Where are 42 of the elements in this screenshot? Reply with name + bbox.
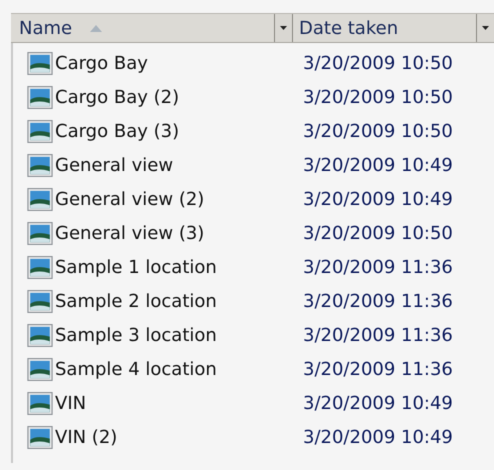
file-name[interactable]: Cargo Bay (2) bbox=[55, 86, 180, 108]
image-file-icon bbox=[27, 120, 53, 142]
image-file-icon bbox=[27, 154, 53, 176]
file-name[interactable]: Cargo Bay (3) bbox=[55, 120, 180, 142]
date-taken: 3/20/2009 10:50 bbox=[303, 52, 453, 74]
image-file-icon bbox=[27, 256, 53, 278]
date-taken: 3/20/2009 11:36 bbox=[303, 290, 453, 312]
date-taken: 3/20/2009 10:49 bbox=[303, 154, 453, 176]
image-file-icon bbox=[27, 426, 53, 448]
file-name[interactable]: Sample 4 location bbox=[55, 358, 217, 380]
date-taken: 3/20/2009 10:49 bbox=[303, 188, 453, 210]
image-file-icon bbox=[27, 188, 53, 210]
image-file-icon bbox=[27, 324, 53, 346]
image-file-icon bbox=[27, 358, 53, 380]
image-file-icon bbox=[27, 222, 53, 244]
file-name[interactable]: VIN bbox=[55, 392, 86, 414]
date-taken: 3/20/2009 10:49 bbox=[303, 392, 453, 414]
date-taken: 3/20/2009 11:36 bbox=[303, 358, 453, 380]
date-taken: 3/20/2009 10:50 bbox=[303, 86, 453, 108]
file-name[interactable]: General view (3) bbox=[55, 222, 204, 244]
column-label: Date taken bbox=[299, 18, 398, 38]
column-header[interactable]: Name bbox=[11, 14, 293, 42]
file-name[interactable]: VIN (2) bbox=[55, 426, 118, 448]
column-header[interactable]: Date taken bbox=[293, 14, 494, 42]
file-name[interactable]: General view (2) bbox=[55, 188, 204, 210]
image-file-icon bbox=[27, 52, 53, 74]
date-taken: 3/20/2009 10:50 bbox=[303, 222, 453, 244]
date-taken: 3/20/2009 11:36 bbox=[303, 324, 453, 346]
date-taken: 3/20/2009 10:49 bbox=[303, 426, 453, 448]
caret-icon bbox=[280, 26, 287, 30]
date-taken: 3/20/2009 11:36 bbox=[303, 256, 453, 278]
file-name[interactable]: Sample 3 location bbox=[55, 324, 217, 346]
image-file-icon bbox=[27, 290, 53, 312]
file-name[interactable]: Sample 2 location bbox=[55, 290, 217, 312]
caret-icon bbox=[482, 26, 489, 30]
image-file-icon bbox=[27, 392, 53, 414]
image-file-icon bbox=[27, 86, 53, 108]
file-name[interactable]: Sample 1 location bbox=[55, 256, 217, 278]
date-taken: 3/20/2009 10:50 bbox=[303, 120, 453, 142]
file-name[interactable]: General view bbox=[55, 154, 174, 176]
column-label: Name bbox=[19, 18, 72, 38]
file-name[interactable]: Cargo Bay bbox=[55, 52, 148, 74]
